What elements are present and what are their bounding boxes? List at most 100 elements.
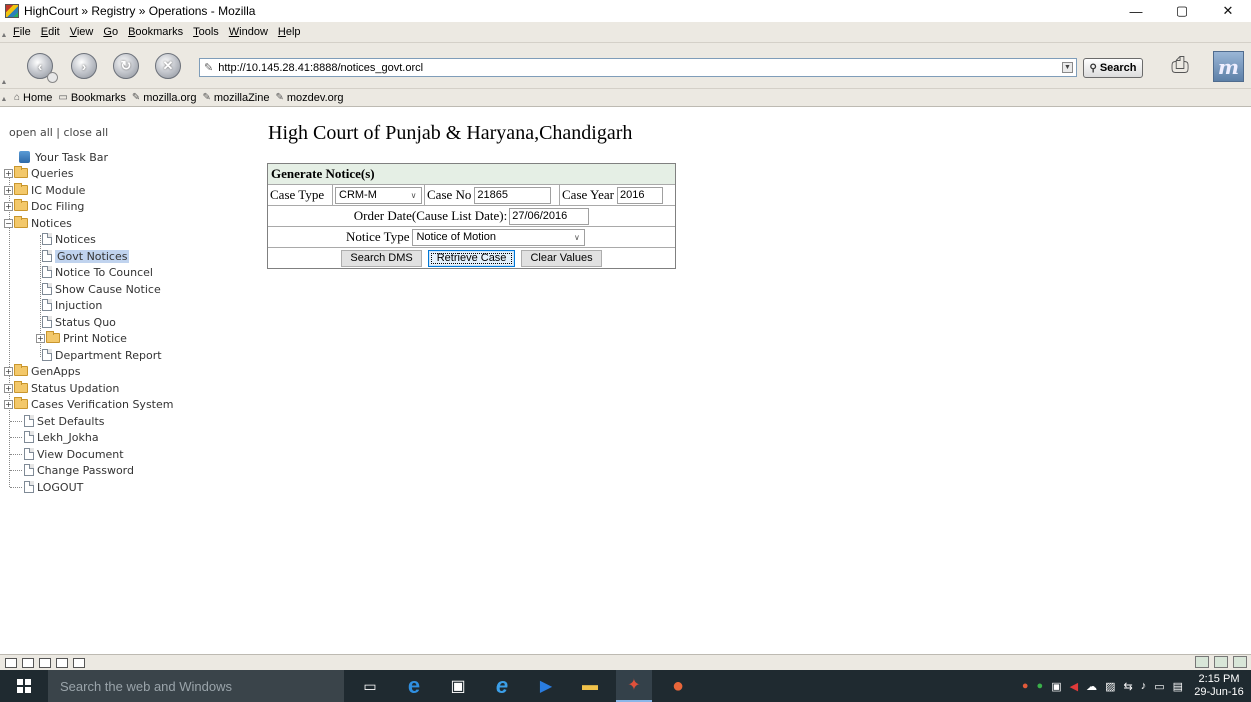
transfer-icon[interactable]: ⇆ <box>1123 680 1132 693</box>
bookmark-home[interactable]: ⌂ Home <box>14 92 52 104</box>
order-date-input[interactable]: 27/06/2016 <box>509 207 590 225</box>
network-icon[interactable]: ▭ <box>1154 680 1164 693</box>
tree-item-ic-module[interactable]: + IC Module <box>4 182 85 198</box>
expand-icon[interactable]: + <box>4 201 13 211</box>
toolbar-grip[interactable]: ▲ <box>0 43 8 89</box>
task-view-icon[interactable]: ▭ <box>352 670 388 702</box>
bookmark-bookmarks[interactable]: ▭ Bookmarks <box>58 92 125 104</box>
menu-go[interactable]: Go <box>98 26 123 38</box>
file-explorer-icon[interactable]: ▬ <box>572 670 608 702</box>
expand-icon[interactable]: + <box>4 168 13 178</box>
maximize-button[interactable]: ▢ <box>1159 0 1205 22</box>
print-icon[interactable]: ⎙ <box>1166 51 1194 79</box>
url-bar[interactable]: ✎ http://10.145.28.41:8888/notices_govt.… <box>199 58 1077 77</box>
tree-label: IC Module <box>31 183 86 197</box>
window-controls: — ▢ ✕ <box>1113 0 1251 22</box>
bookmark-mozilla-org[interactable]: ✎ mozilla.org <box>132 92 197 104</box>
tree-item-notices[interactable]: − Notices <box>4 215 72 231</box>
mozilla-taskbar-icon[interactable]: ✦ <box>616 670 652 702</box>
online-status-icon[interactable] <box>1195 656 1209 668</box>
tree-item-set-defaults[interactable]: Set Defaults <box>10 413 104 429</box>
stop-icon[interactable]: ✕ <box>155 53 181 79</box>
tree-item-injuction[interactable]: Injuction <box>40 297 102 313</box>
forward-icon[interactable]: › <box>71 53 97 79</box>
expand-icon[interactable]: + <box>4 399 13 409</box>
clear-values-button[interactable]: Clear Values <box>521 249 602 267</box>
menu-tools[interactable]: Tools <box>188 26 224 38</box>
tree-item-show-cause-notice[interactable]: Show Cause Notice <box>40 281 161 297</box>
tree-label: Cases Verification System <box>31 397 174 411</box>
tree-item-govt-notices[interactable]: Govt Notices <box>40 248 130 264</box>
media-player-icon[interactable]: ▶ <box>528 670 564 702</box>
tree-item-department-report[interactable]: Department Report <box>40 347 162 363</box>
tray-app-icon[interactable]: ▨ <box>1105 680 1115 693</box>
taskbar-search-box[interactable]: Search the web and Windows <box>48 670 344 702</box>
retrieve-case-button[interactable]: Retrieve Case <box>427 249 516 267</box>
case-type-select[interactable]: CRM-M ∨ <box>335 186 422 204</box>
url-dropdown-icon[interactable]: ▼ <box>1062 62 1073 73</box>
tree-item-lekh-jokha[interactable]: Lekh_Jokha <box>10 429 99 445</box>
notice-type-select[interactable]: Notice of Motion ∨ <box>412 228 586 246</box>
mail-icon[interactable] <box>22 657 34 668</box>
close-button[interactable]: ✕ <box>1205 0 1251 22</box>
store-icon[interactable]: ▣ <box>440 670 476 702</box>
tree-item-change-password[interactable]: Change Password <box>10 462 134 478</box>
chrome-icon[interactable]: ● <box>660 670 696 702</box>
tree-item-notices-sub[interactable]: Notices <box>40 231 96 247</box>
tree-root[interactable]: Your Task Bar <box>19 149 108 165</box>
address-book-icon[interactable] <box>73 657 85 668</box>
taskbar-clock[interactable]: 2:15 PM 29-Jun-16 <box>1187 673 1251 699</box>
volume-icon[interactable]: ♪ <box>1141 680 1147 692</box>
chat-icon[interactable] <box>39 657 51 668</box>
navigator-icon[interactable] <box>5 657 17 668</box>
menu-view[interactable]: View <box>65 26 99 38</box>
toolbar-grip[interactable]: ▲ <box>0 22 8 42</box>
toolbar-grip[interactable]: ▲ <box>0 89 8 106</box>
tree-item-notice-to-councel[interactable]: Notice To Councel <box>40 264 153 280</box>
menu-file[interactable]: File <box>8 26 36 38</box>
tree-item-logout[interactable]: LOGOUT <box>10 479 83 495</box>
mozilla-throbber-icon[interactable]: m <box>1213 51 1244 82</box>
composer-icon[interactable] <box>56 657 68 668</box>
security-icon[interactable] <box>1214 656 1228 668</box>
tree-item-status-quo[interactable]: Status Quo <box>40 314 116 330</box>
tree-item-status-updation[interactable]: + Status Updation <box>4 380 119 396</box>
tree-item-genapps[interactable]: + GenApps <box>4 363 80 379</box>
open-close-all-links[interactable]: open all | close all <box>9 126 108 139</box>
expand-icon[interactable]: + <box>4 185 13 195</box>
minimize-button[interactable]: — <box>1113 0 1159 22</box>
tree-item-view-document[interactable]: View Document <box>10 446 124 462</box>
reload-icon[interactable]: ↻ <box>113 53 139 79</box>
menu-edit[interactable]: Edit <box>36 26 65 38</box>
bookmark-mozillazine[interactable]: ✎ mozillaZine <box>202 92 269 104</box>
menu-window[interactable]: Window <box>224 26 273 38</box>
tree-item-queries[interactable]: + Queries <box>4 165 73 181</box>
tree-item-doc-filing[interactable]: + Doc Filing <box>4 198 84 214</box>
url-text[interactable]: http://10.145.28.41:8888/notices_govt.or… <box>218 62 423 74</box>
expand-icon[interactable]: + <box>4 366 13 376</box>
cloud-icon[interactable]: ☁ <box>1086 680 1097 693</box>
network-share-icon[interactable]: ▣ <box>1051 680 1061 693</box>
collapse-icon[interactable]: − <box>4 218 13 228</box>
tray-app-icon[interactable]: ● <box>1022 680 1029 692</box>
back-icon[interactable]: ‹ <box>27 53 58 83</box>
internet-explorer-icon[interactable]: e <box>484 670 520 702</box>
search-button[interactable]: ⚲ Search <box>1083 58 1143 78</box>
back-dropdown-icon[interactable] <box>47 72 58 83</box>
search-dms-button[interactable]: Search DMS <box>341 249 422 267</box>
tray-flag-icon[interactable]: ◀ <box>1070 680 1078 693</box>
bookmark-mozdev[interactable]: ✎ mozdev.org <box>275 92 343 104</box>
menu-bookmarks[interactable]: Bookmarks <box>123 26 188 38</box>
tree-item-cases-verification[interactable]: + Cases Verification System <box>4 396 173 412</box>
edge-icon[interactable]: e <box>396 670 432 702</box>
menu-help[interactable]: Help <box>273 26 306 38</box>
tray-app-icon[interactable]: ● <box>1037 680 1044 692</box>
tree-item-print-notice[interactable]: + Print Notice <box>36 330 127 346</box>
tree-label: Department Report <box>55 348 162 362</box>
notification-icon[interactable]: ▤ <box>1173 680 1183 693</box>
expand-icon[interactable]: + <box>36 333 45 343</box>
expand-icon[interactable]: + <box>4 383 13 393</box>
case-no-input[interactable]: 21865 <box>474 186 552 204</box>
case-year-input[interactable]: 2016 <box>617 186 663 204</box>
start-button[interactable] <box>0 670 48 702</box>
